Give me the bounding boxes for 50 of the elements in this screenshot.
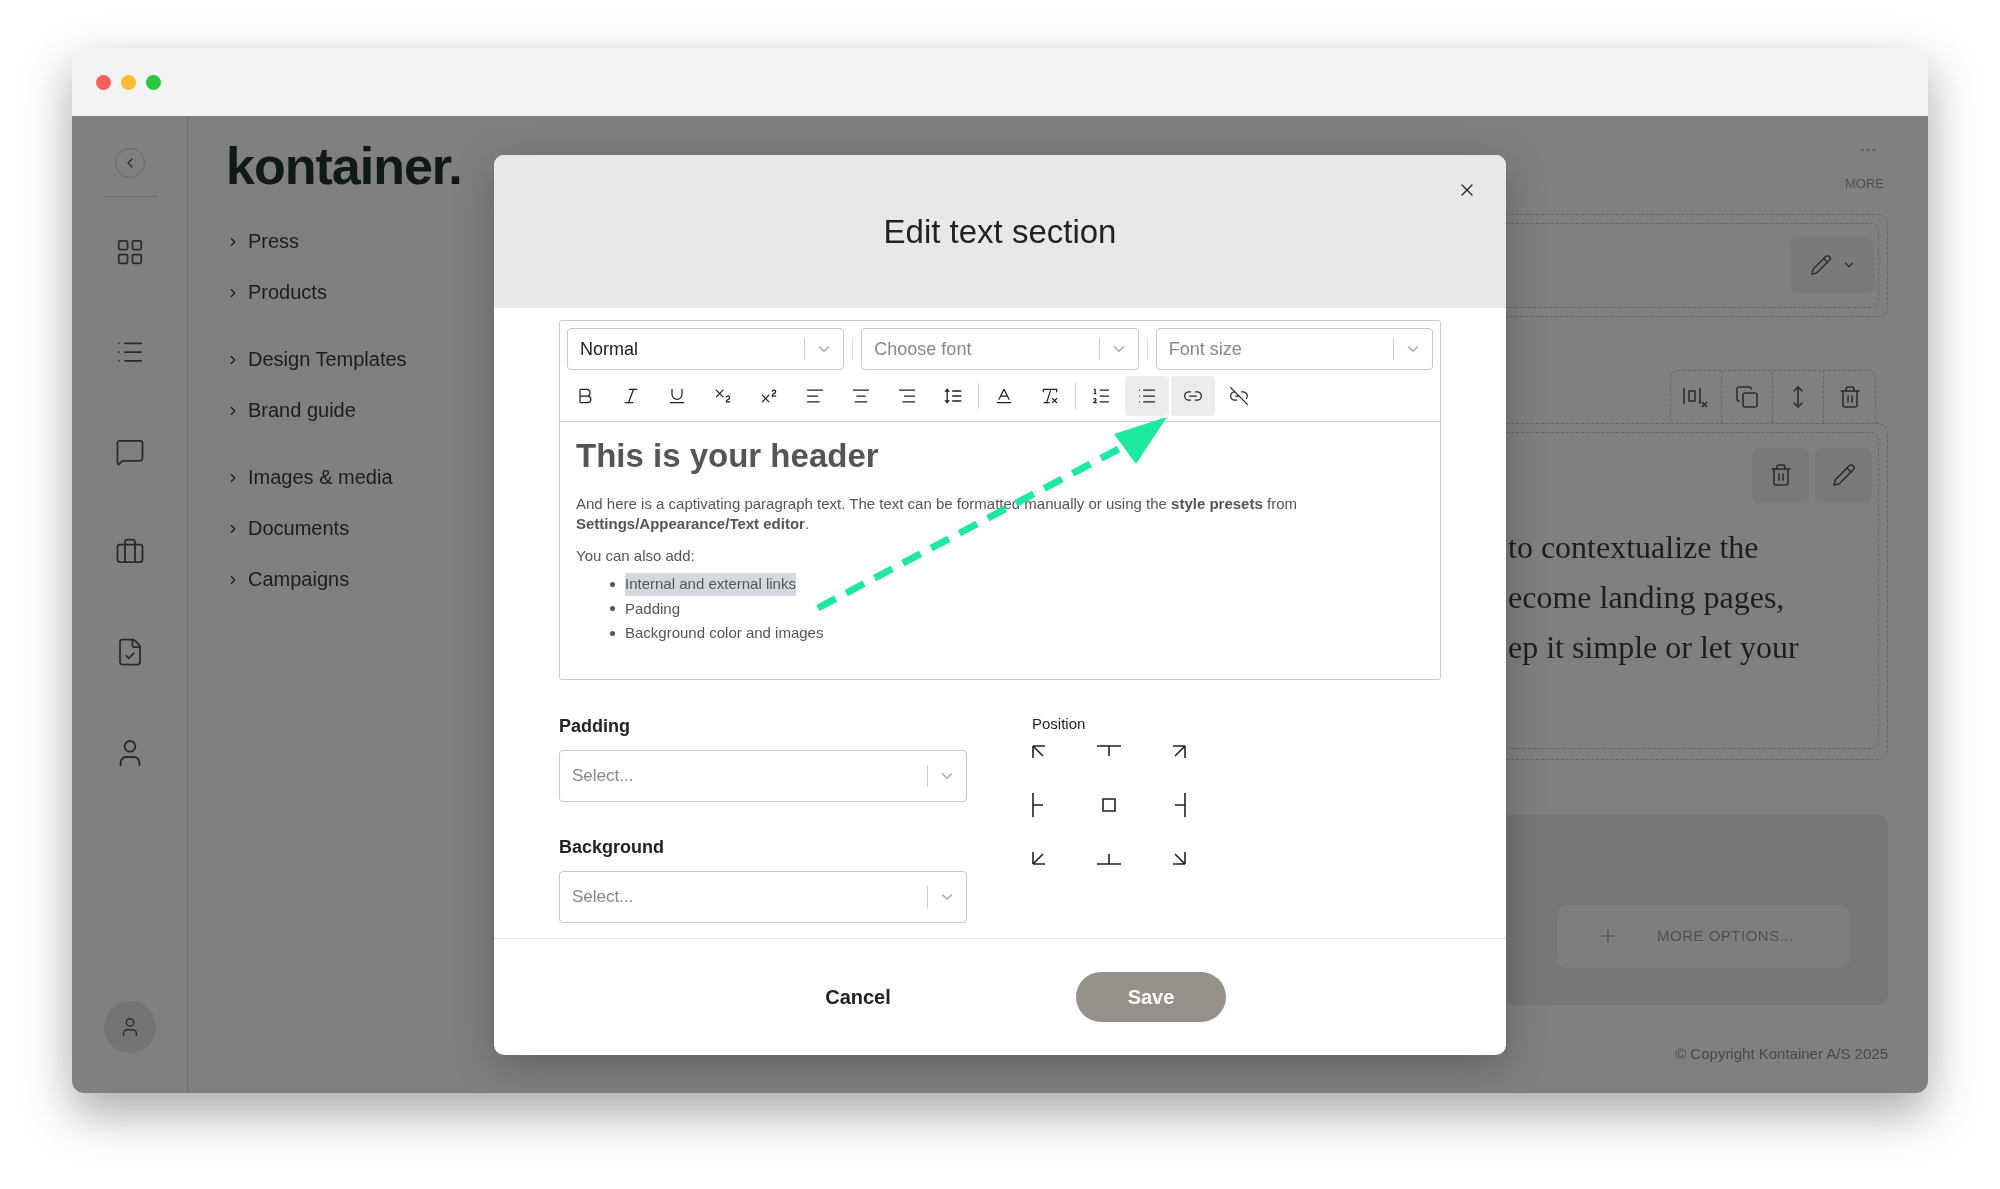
- body-text-line: to contextualize the: [1508, 527, 1760, 567]
- edit-button[interactable]: [1815, 447, 1872, 503]
- editor-heading: This is your header: [576, 436, 880, 476]
- save-button[interactable]: Save: [1076, 972, 1226, 1022]
- nav-link[interactable]: Campaigns: [226, 566, 500, 593]
- copy-icon: [1735, 384, 1759, 409]
- select-placeholder: Choose font: [873, 337, 973, 361]
- edit-button[interactable]: [1791, 236, 1874, 294]
- link-button[interactable]: [1171, 375, 1215, 416]
- bullet-icon: [610, 630, 615, 636]
- select-field[interactable]: Font size: [1155, 328, 1433, 370]
- bullet-icon: [610, 606, 615, 612]
- bullet-list-button[interactable]: [1125, 375, 1169, 416]
- select-placeholder: Select...: [571, 765, 635, 788]
- select-field[interactable]: Select...: [559, 750, 967, 802]
- nav-link[interactable]: Press: [226, 228, 500, 255]
- field-label: Padding: [559, 715, 631, 738]
- cancel-button[interactable]: Cancel: [809, 972, 907, 1022]
- select-field[interactable]: Select...: [559, 871, 967, 923]
- body-text-line: ep it simple or let your: [1508, 627, 1800, 667]
- editor-text: You can also add:: [576, 546, 696, 566]
- nav-link[interactable]: Images & media: [226, 464, 500, 491]
- list-item-text: Padding: [625, 598, 681, 619]
- list-item-text: Background color and images: [625, 623, 824, 643]
- zoom-window-icon[interactable]: [146, 74, 161, 90]
- copyright-text: © Copyright Kontainer A/S 2025: [1675, 1043, 1888, 1064]
- body-text-line: ecome landing pages,: [1508, 577, 1786, 617]
- pencil-icon: [1809, 254, 1832, 276]
- field-label: Background: [559, 836, 665, 859]
- unlink-icon: [1229, 385, 1249, 406]
- select-placeholder: Font size: [1167, 337, 1243, 361]
- delete-button[interactable]: [1752, 447, 1809, 503]
- pencil-icon: [1831, 463, 1856, 487]
- select-field[interactable]: Normal: [567, 328, 845, 370]
- bullet-icon: [610, 581, 615, 587]
- select-value: Normal: [579, 337, 639, 361]
- trash-icon: [1837, 384, 1862, 409]
- nav-link[interactable]: Documents: [226, 515, 500, 542]
- nav-link[interactable]: Products: [226, 279, 500, 306]
- position-label: Position: [1032, 714, 1087, 734]
- dialog-title: Edit text section: [883, 211, 1117, 252]
- nav-link[interactable]: Design Templates: [226, 346, 500, 373]
- list-item-text: Internal and external links: [625, 573, 796, 596]
- trash-icon: [1768, 463, 1793, 487]
- brand-logo: kontainer.: [226, 136, 463, 196]
- nav-link[interactable]: Brand guide: [226, 397, 500, 424]
- select-placeholder: Select...: [571, 886, 635, 909]
- close-window-icon[interactable]: [96, 74, 111, 90]
- select-field[interactable]: Choose font: [861, 328, 1139, 370]
- chat-icon[interactable]: [114, 437, 145, 467]
